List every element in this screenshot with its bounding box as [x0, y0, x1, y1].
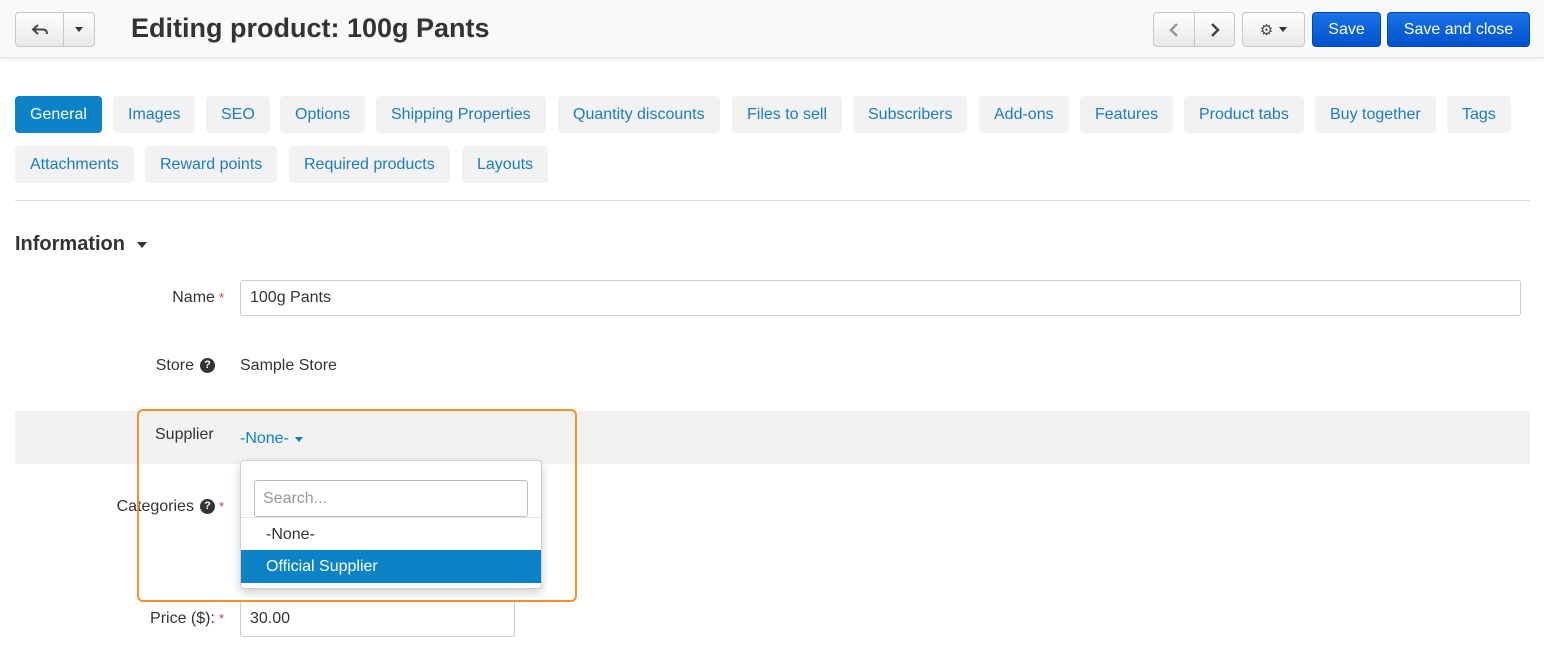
chevron-down-icon [75, 27, 83, 32]
name-label: Name * [172, 289, 224, 306]
tab-product-tabs[interactable]: Product tabs [1184, 96, 1304, 133]
tab-shipping-properties[interactable]: Shipping Properties [376, 96, 546, 133]
back-arrow-icon [31, 23, 49, 36]
tab-add-ons[interactable]: Add-ons [979, 96, 1069, 133]
supplier-option-none[interactable]: -None- [241, 518, 541, 551]
chevron-down-icon [1279, 27, 1288, 32]
help-icon[interactable]: ? [199, 499, 215, 515]
save-button[interactable]: Save [1312, 12, 1381, 47]
next-product-button[interactable] [1194, 12, 1235, 47]
supplier-select-toggle[interactable]: -None- [240, 430, 303, 448]
tab-tags[interactable]: Tags [1447, 96, 1511, 133]
tab-options[interactable]: Options [280, 96, 366, 133]
chevron-down-icon [294, 436, 303, 442]
tab-required-products[interactable]: Required products [289, 146, 450, 183]
settings-menu-button[interactable]: ⚙ [1242, 12, 1305, 47]
gear-icon: ⚙ [1259, 21, 1274, 39]
chevron-right-icon [1210, 22, 1220, 37]
tab-reward-points[interactable]: Reward points [145, 146, 278, 183]
price-input[interactable]: 30.00 [240, 601, 515, 637]
tab-buy-together[interactable]: Buy together [1315, 96, 1436, 133]
previous-product-button[interactable] [1153, 12, 1195, 47]
section-title: Information [15, 233, 125, 255]
page-title: Editing product: 100g Pants [131, 13, 490, 43]
store-value: Sample Store [240, 357, 337, 374]
chevron-left-icon [1169, 22, 1179, 37]
tab-files-to-sell[interactable]: Files to sell [732, 96, 843, 133]
save-and-close-button[interactable]: Save and close [1387, 12, 1530, 47]
chevron-down-icon [137, 241, 147, 248]
tab-features[interactable]: Features [1080, 96, 1174, 133]
help-icon[interactable]: ? [200, 358, 215, 374]
section-information-toggle[interactable]: Information [15, 233, 147, 256]
supplier-label: Supplier [155, 426, 214, 443]
supplier-dropdown-menu: Search... -None- Official Supplier [240, 460, 542, 589]
tab-seo[interactable]: SEO [206, 96, 270, 133]
tab-general[interactable]: General [15, 96, 102, 133]
tab-subscribers[interactable]: Subscribers [853, 96, 968, 133]
required-marker: * [218, 499, 224, 514]
categories-label: Categories? * [116, 498, 224, 515]
name-input[interactable]: 100g Pants [240, 280, 1521, 316]
tab-attachments[interactable]: Attachments [15, 146, 134, 183]
tab-layouts[interactable]: Layouts [462, 146, 549, 183]
tab-quantity-discounts[interactable]: Quantity discounts [558, 96, 720, 133]
supplier-search-input[interactable]: Search... [254, 480, 528, 517]
supplier-option-official-supplier[interactable]: Official Supplier [241, 550, 541, 583]
tabs-divider [15, 200, 1530, 201]
tab-images[interactable]: Images [113, 96, 196, 133]
store-label: Store? [156, 357, 215, 375]
back-button[interactable] [15, 12, 64, 47]
back-history-dropdown[interactable] [63, 12, 95, 47]
required-marker: * [218, 290, 224, 305]
price-label: Price ($): * [150, 610, 224, 627]
required-marker: * [218, 611, 224, 626]
